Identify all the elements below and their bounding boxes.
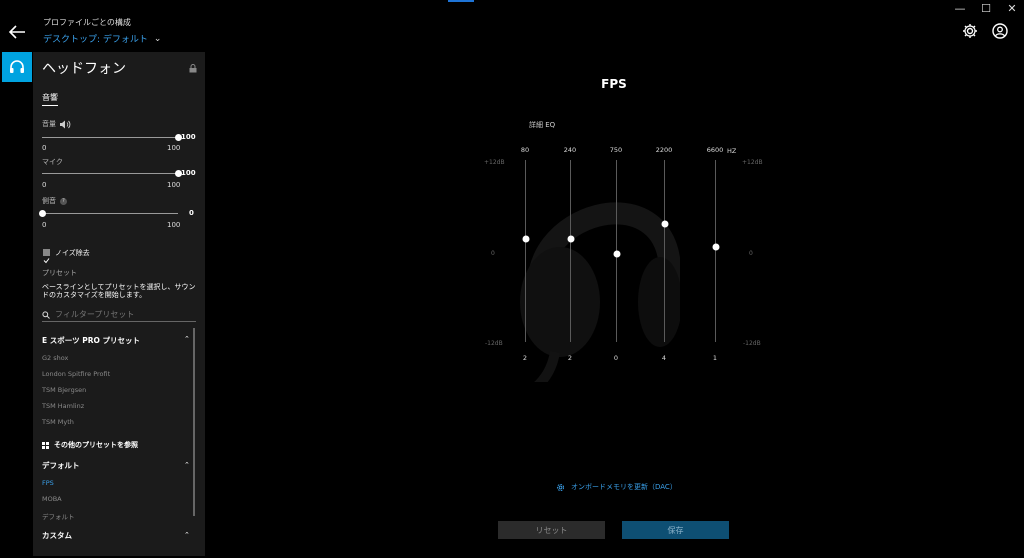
chevron-down-icon: ⌄	[153, 33, 162, 44]
list-item[interactable]: G2 shox	[42, 354, 68, 362]
eq-band-knob[interactable]	[522, 235, 529, 243]
help-icon[interactable]: ?	[60, 197, 67, 205]
tab-acoustics[interactable]: 音響	[42, 92, 58, 106]
preset-title: FPS	[601, 77, 627, 91]
esports-group-heading[interactable]: E スポーツ PRO プリセット	[42, 335, 140, 346]
list-item[interactable]: TSM Myth	[42, 418, 74, 426]
minimize-icon[interactable]: —	[954, 2, 966, 15]
preset-heading: プリセット	[42, 269, 77, 277]
db-top-left: +12dB	[484, 159, 505, 166]
search-icon	[42, 310, 50, 319]
device-tab-headphones[interactable]	[2, 52, 32, 82]
volume-max: 100	[167, 144, 181, 152]
eq-band-slider[interactable]	[715, 160, 716, 342]
sidetone-slider[interactable]	[38, 210, 178, 217]
browse-presets-label: その他のプリセットを参照	[54, 441, 138, 449]
profile-selector[interactable]: デスクトップ: デフォルト ⌄	[43, 32, 162, 46]
list-item[interactable]: デフォルト	[42, 511, 75, 521]
noise-cancel-checkbox[interactable]	[43, 249, 50, 264]
db-mid-left: 0	[491, 250, 495, 257]
sidetone-label: 側音	[42, 197, 56, 205]
eq-band-freq: 750	[609, 146, 623, 154]
eq-band-knob[interactable]	[712, 243, 719, 250]
sidetone-min: 0	[42, 221, 47, 229]
lock-icon	[189, 64, 197, 73]
hz-label: HZ	[727, 147, 737, 155]
headset-image	[520, 202, 680, 382]
db-bottom-right: -12dB	[743, 340, 761, 347]
maximize-icon[interactable]: ☐	[980, 2, 992, 15]
equalizer: HZ +12dB +12dB 0 0 -12dB -12dB 80 2 240 2 75…	[470, 140, 770, 382]
check-icon	[43, 258, 50, 264]
list-item[interactable]: TSM Hamlinz	[42, 402, 84, 410]
eq-band-gain: 2	[567, 354, 573, 362]
list-item[interactable]: TSM Bjergsen	[42, 386, 86, 394]
update-onboard-memory-link[interactable]: オンボードメモリを更新（DAC）	[556, 482, 677, 492]
default-group-heading[interactable]: デフォルト	[42, 460, 80, 471]
account-icon[interactable]	[992, 23, 1008, 39]
back-arrow-icon[interactable]	[8, 24, 26, 40]
sidetone-max: 100	[167, 221, 181, 229]
filter-preset-field[interactable]	[42, 308, 196, 322]
gear-icon[interactable]	[962, 23, 978, 39]
chevron-up-icon[interactable]: ⌃	[184, 531, 190, 539]
volume-value: 100	[181, 133, 196, 141]
profile-caption: プロファイルごとの構成	[43, 18, 131, 27]
eq-band-freq: 6600	[706, 146, 724, 154]
eq-band-freq: 80	[520, 146, 530, 154]
reset-button[interactable]: リセット	[498, 521, 605, 539]
title-bar-accent	[448, 0, 474, 2]
sidetone-value: 0	[189, 209, 194, 217]
panel-title: ヘッドフォン	[42, 61, 126, 77]
settings-panel: ヘッドフォン 音響 音量 100 0 100 マイク 100 0 100 側音 …	[33, 52, 205, 556]
noise-cancel-label: ノイズ除去	[55, 249, 90, 257]
browse-presets-link[interactable]: その他のプリセットを参照	[42, 440, 138, 450]
volume-min: 0	[42, 144, 47, 152]
eq-band-gain: 4	[661, 354, 667, 362]
mic-slider[interactable]	[42, 170, 182, 177]
eq-band-knob[interactable]	[567, 235, 574, 243]
update-onboard-memory-label: オンボードメモリを更新（DAC）	[571, 483, 677, 491]
sidetone-label-row: 側音 ?	[42, 196, 67, 206]
mic-value: 100	[181, 169, 196, 177]
list-item[interactable]: MOBA	[42, 495, 62, 503]
headphones-icon	[10, 60, 24, 73]
eq-band-knob[interactable]	[613, 250, 620, 258]
eq-band-knob[interactable]	[661, 220, 668, 228]
eq-band-freq: 240	[563, 146, 577, 154]
volume-label: 音量	[42, 120, 56, 128]
mic-max: 100	[167, 181, 181, 189]
save-button[interactable]: 保存	[622, 521, 729, 539]
db-top-right: +12dB	[742, 159, 763, 166]
grid-icon	[42, 441, 49, 449]
speaker-icon	[60, 120, 71, 128]
db-mid-right: 0	[749, 250, 753, 257]
gear-icon	[556, 483, 565, 491]
custom-group-heading[interactable]: カスタム	[42, 530, 72, 541]
chevron-up-icon[interactable]: ⌃	[184, 461, 190, 469]
mic-label: マイク	[42, 158, 63, 166]
sidetone-slider-knob[interactable]	[38, 210, 46, 217]
list-item[interactable]: London Spitfire Profit	[42, 370, 110, 378]
eq-band-slider[interactable]	[664, 160, 665, 342]
mic-min: 0	[42, 181, 47, 189]
profile-selector-value: デスクトップ: デフォルト	[43, 35, 148, 45]
close-icon[interactable]: ✕	[1006, 2, 1018, 15]
eq-label: 詳細 EQ	[529, 121, 556, 129]
filter-preset-input[interactable]	[55, 310, 185, 319]
volume-slider[interactable]	[42, 134, 182, 141]
eq-band-slider[interactable]	[525, 160, 526, 342]
eq-band-slider[interactable]	[570, 160, 571, 342]
volume-label-row: 音量	[42, 119, 71, 129]
db-bottom-left: -12dB	[485, 340, 503, 347]
eq-band-freq: 2200	[655, 146, 673, 154]
preset-list-scrollbar[interactable]	[193, 328, 195, 516]
eq-band-gain: 1	[712, 354, 718, 362]
preset-description: ベースラインとしてプリセットを選択し、サウンドのカスタマイズを開始します。	[42, 283, 196, 299]
eq-band-gain: 2	[522, 354, 528, 362]
window-controls: — ☐ ✕	[954, 2, 1018, 15]
list-item-active[interactable]: FPS	[42, 479, 54, 487]
chevron-up-icon[interactable]: ⌃	[184, 335, 190, 343]
eq-band-gain: 0	[613, 354, 619, 362]
